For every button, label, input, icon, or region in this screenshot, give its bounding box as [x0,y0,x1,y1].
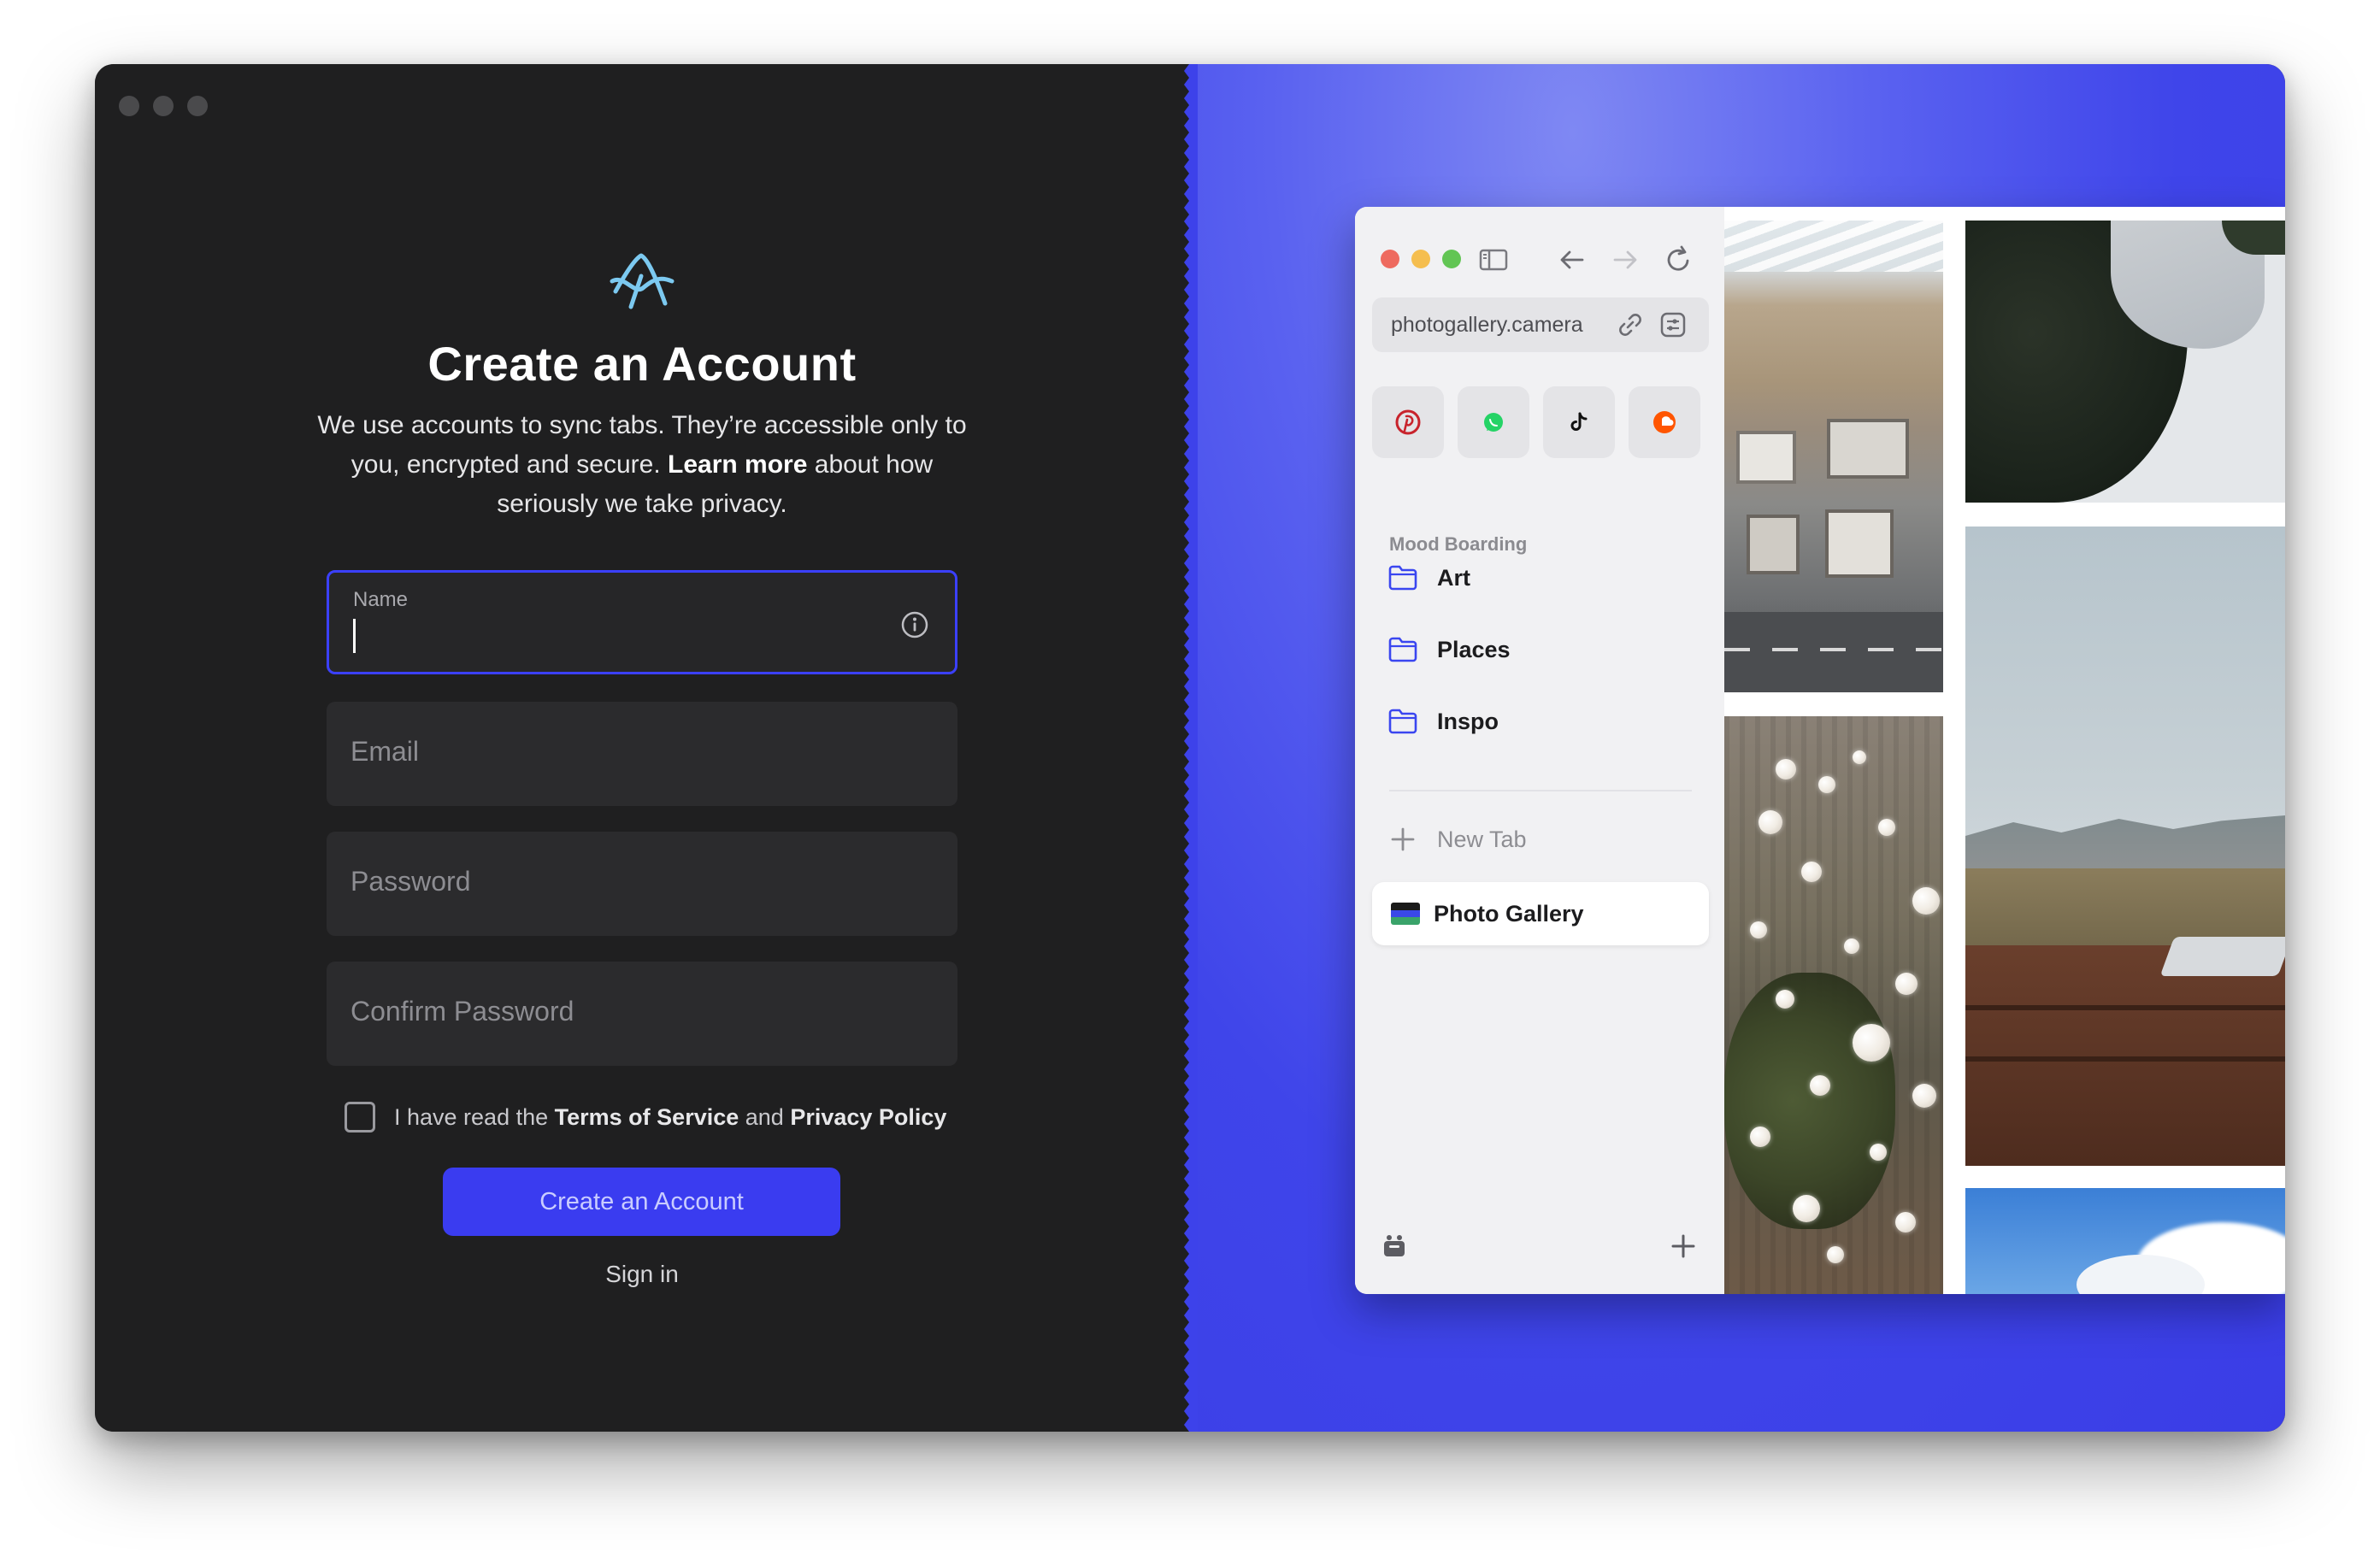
folder-label: Places [1437,636,1511,662]
favorite-tiktok[interactable] [1543,386,1615,458]
forward-arrow-icon[interactable] [1610,244,1641,275]
browser-minimize-dot [1411,250,1430,268]
url-bar[interactable]: photogallery.camera [1372,297,1709,352]
light-bulb [1895,1212,1916,1232]
tiktok-icon [1570,412,1588,431]
folder-icon [1388,709,1417,734]
soundcloud-icon [1653,411,1676,433]
light-bulb [1912,1084,1936,1108]
back-arrow-icon[interactable] [1557,244,1588,275]
section-label: Mood Boarding [1389,533,1528,555]
folder-item-inspo[interactable]: Inspo [1387,708,1499,735]
new-tab-label: New Tab [1437,826,1527,852]
folder-item-places[interactable]: Places [1387,636,1511,663]
preview-clip: photogallery.camera Mood Boarding Art Pl… [95,64,2285,1432]
light-bulb [1810,1075,1830,1096]
light-bulb [1750,921,1767,938]
light-bulb [1801,862,1822,882]
photo-desert-deck[interactable] [1965,527,2285,1166]
reload-icon[interactable] [1663,244,1694,275]
active-tab-photo-gallery[interactable]: Photo Gallery [1372,882,1709,945]
add-icon[interactable] [1668,1231,1699,1262]
photo-blue-sky[interactable] [1965,1188,2285,1294]
active-tab-label: Photo Gallery [1434,901,1584,927]
light-bulb [1844,938,1859,954]
settings-sliders-icon[interactable] [1658,309,1688,340]
sidebar-toggle-icon[interactable] [1478,244,1509,275]
stage: Create an Account We use accounts to syn… [0,0,2380,1559]
archive-icon[interactable] [1379,1231,1410,1262]
folder-label: Art [1437,564,1470,591]
photo-gallery [1724,207,2285,1294]
light-bulb [1853,750,1866,764]
light-bulb [1750,1127,1770,1147]
light-bulb [1818,776,1835,793]
browser-preview: photogallery.camera Mood Boarding Art Pl… [1355,207,2285,1294]
favorite-soundcloud[interactable] [1629,386,1700,458]
photo-beach-aerial[interactable] [1724,221,1943,692]
pinterest-icon [1395,409,1421,435]
light-bulb [1870,1144,1887,1161]
new-tab-button[interactable]: New Tab [1387,824,1527,855]
plus-icon [1391,827,1415,851]
light-bulb [1853,1024,1890,1062]
favorite-whatsapp[interactable] [1458,386,1529,458]
light-bulb [1776,990,1794,1009]
sidebar-divider [1389,790,1692,791]
folder-item-art[interactable]: Art [1387,564,1470,591]
light-bulb [1912,887,1940,915]
light-bulb [1895,973,1918,995]
light-bulb [1827,1246,1844,1263]
light-bulb [1878,819,1895,836]
browser-close-dot [1381,250,1399,268]
photo-snow-forest[interactable] [1965,221,2285,503]
browser-sidebar: photogallery.camera Mood Boarding Art Pl… [1355,207,1724,1294]
folder-icon [1388,565,1417,591]
browser-window-controls [1381,250,1461,268]
photo-hanging-lights[interactable] [1724,716,1943,1294]
light-bulb [1793,1195,1820,1222]
folder-icon [1388,637,1417,662]
link-icon[interactable] [1615,309,1646,340]
folder-label: Inspo [1437,708,1499,734]
favorite-pinterest[interactable] [1372,386,1444,458]
favorites-row [1372,386,1700,458]
light-bulb [1758,810,1782,834]
whatsapp-icon [1484,413,1503,432]
browser-zoom-dot [1442,250,1461,268]
light-bulb [1776,759,1796,780]
url-text: photogallery.camera [1391,313,1583,337]
photo-gallery-favicon [1391,903,1420,925]
